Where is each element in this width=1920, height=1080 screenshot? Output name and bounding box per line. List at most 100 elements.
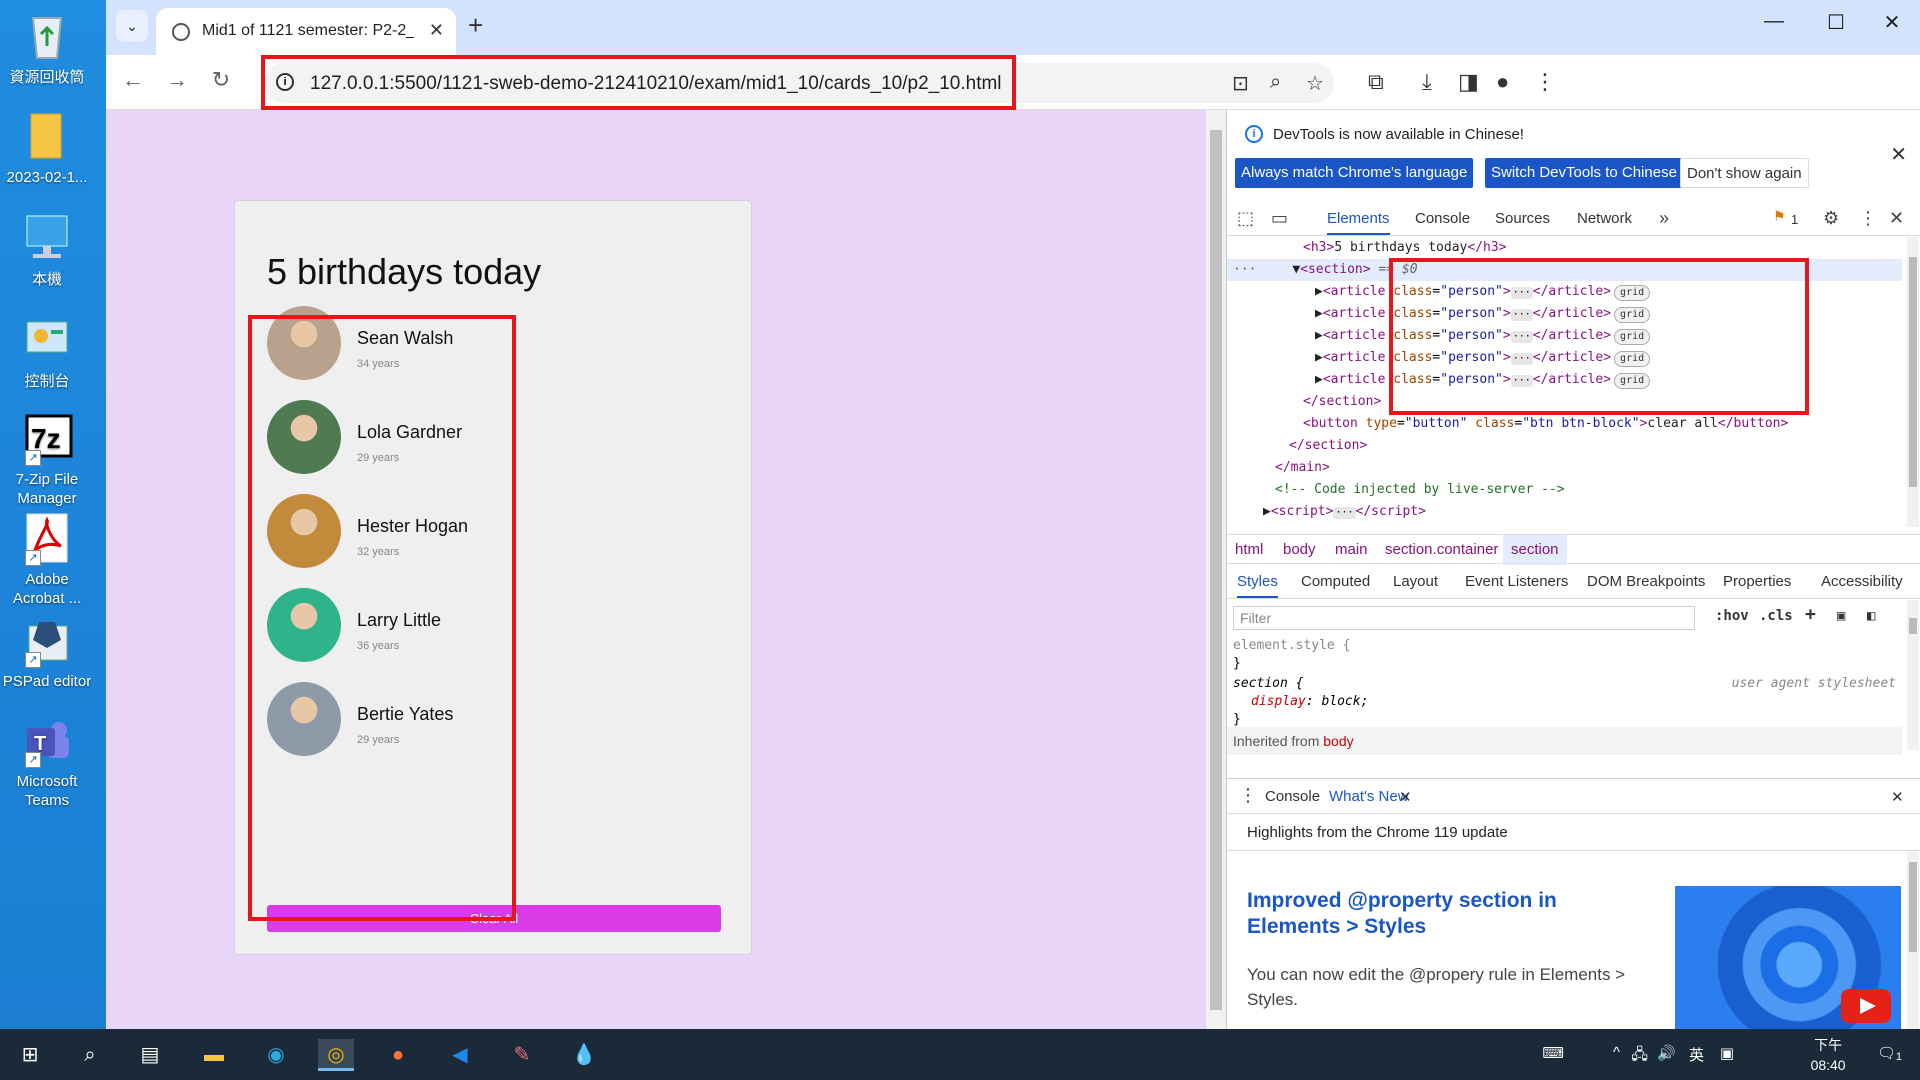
subtab-accessibility[interactable]: Accessibility: [1821, 573, 1903, 590]
breadcrumb-main[interactable]: main: [1335, 541, 1368, 558]
edge-icon[interactable]: ◉: [258, 1039, 294, 1071]
color-drop-app-icon[interactable]: 💧: [566, 1039, 602, 1071]
dom-annotation-box: [1389, 258, 1809, 415]
more-tabs-icon[interactable]: »: [1659, 208, 1669, 229]
toggle-sidebar-icon[interactable]: ◧: [1867, 608, 1875, 624]
drawer-tab-whats-new[interactable]: What's New: [1329, 788, 1409, 805]
whats-new-video-thumbnail[interactable]: [1675, 886, 1901, 1029]
subtab-event-listeners[interactable]: Event Listeners: [1465, 573, 1568, 590]
desktop-icon-teams[interactable]: T ↗ Microsoft Teams: [0, 712, 94, 810]
dom-line-button[interactable]: <button type="button" class="btn btn-blo…: [1303, 413, 1788, 435]
tab-sources[interactable]: Sources: [1495, 210, 1550, 227]
tab-search-button[interactable]: ⌄: [116, 10, 148, 42]
new-tab-button[interactable]: +: [468, 10, 483, 41]
profile-avatar-icon[interactable]: ●: [1496, 69, 1509, 95]
drawer-menu-icon[interactable]: ⋮: [1239, 785, 1257, 806]
search-icon[interactable]: ⌕: [72, 1039, 108, 1071]
reload-button[interactable]: ↻: [206, 67, 236, 93]
styles-filter-input[interactable]: Filter: [1233, 606, 1695, 630]
tab-close-icon[interactable]: ✕: [429, 20, 444, 41]
breadcrumb-body[interactable]: body: [1283, 541, 1316, 558]
close-tab-icon[interactable]: ✕: [1399, 788, 1412, 806]
tab-console[interactable]: Console: [1415, 210, 1470, 227]
styles-scrollbar[interactable]: [1907, 600, 1919, 750]
close-window-button[interactable]: ✕: [1872, 10, 1912, 35]
notification-icon[interactable]: 🗨: [1877, 1044, 1896, 1062]
keyboard-icon[interactable]: ⌨: [1542, 1044, 1564, 1062]
breadcrumb-html[interactable]: html: [1235, 541, 1263, 558]
desktop-icon-folder[interactable]: 2023-02-1...: [0, 108, 94, 187]
cls-toggle[interactable]: .cls: [1759, 608, 1793, 624]
settings-gear-icon[interactable]: ⚙: [1823, 208, 1839, 229]
browser-tab-active[interactable]: Mid1 of 1121 semester: P2-2_ ✕: [156, 8, 456, 55]
add-rule-icon[interactable]: +: [1805, 604, 1816, 625]
file-explorer-icon[interactable]: ▬: [196, 1039, 232, 1071]
desktop-icon-control-panel[interactable]: 控制台: [0, 312, 94, 391]
maximize-button[interactable]: ☐: [1816, 10, 1856, 35]
dom-line-h3[interactable]: <h3>5 birthdays today</h3>: [1303, 237, 1507, 259]
chrome-menu-icon[interactable]: ⋮: [1534, 69, 1556, 95]
page-scrollbar[interactable]: [1206, 110, 1226, 1029]
dom-scrollbar[interactable]: [1907, 237, 1919, 527]
ime-indicator[interactable]: 英: [1689, 1044, 1704, 1065]
close-drawer-icon[interactable]: ✕: [1891, 788, 1904, 806]
dom-line-main-close[interactable]: </main>: [1275, 457, 1330, 479]
subtab-dom-breakpoints[interactable]: DOM Breakpoints: [1587, 573, 1705, 590]
zoom-icon[interactable]: ⌕: [1270, 71, 1281, 94]
dom-line-section-close-outer[interactable]: </section>: [1289, 435, 1367, 457]
subtab-layout[interactable]: Layout: [1393, 573, 1438, 590]
tab-elements[interactable]: Elements: [1327, 210, 1390, 235]
inspect-element-icon[interactable]: ⬚: [1237, 208, 1254, 229]
desktop-icon-pspad[interactable]: ↗ PSPad editor: [0, 612, 94, 691]
ime-mode-icon[interactable]: ▣: [1720, 1044, 1734, 1062]
task-view-icon[interactable]: ▤: [132, 1039, 168, 1071]
extensions-icon[interactable]: ⧉: [1368, 69, 1384, 95]
breadcrumb-section[interactable]: section: [1503, 535, 1567, 565]
minimize-button[interactable]: —: [1754, 10, 1794, 33]
youtube-play-icon[interactable]: [1841, 989, 1891, 1023]
desktop-icon-computer[interactable]: 本機: [0, 210, 94, 289]
vscode-icon[interactable]: ◀: [442, 1039, 478, 1071]
back-button[interactable]: ←: [118, 67, 148, 93]
whats-new-title[interactable]: Improved @property section in Elements >…: [1247, 888, 1587, 940]
volume-icon[interactable]: 🔊: [1657, 1044, 1676, 1062]
side-panel-icon[interactable]: ◨: [1458, 69, 1479, 95]
dom-line-comment[interactable]: <!-- Code injected by live-server -->: [1275, 479, 1565, 501]
tab-network[interactable]: Network: [1577, 210, 1632, 227]
switch-to-chinese-button[interactable]: Switch DevTools to Chinese: [1485, 158, 1683, 188]
subtab-properties[interactable]: Properties: [1723, 573, 1791, 590]
device-toolbar-icon[interactable]: ▭: [1271, 208, 1288, 229]
bookmark-star-icon[interactable]: ☆: [1306, 71, 1324, 96]
network-icon[interactable]: 🖧: [1631, 1044, 1648, 1069]
rule-declaration[interactable]: display: block;: [1251, 694, 1368, 709]
forward-button[interactable]: →: [162, 67, 192, 93]
dont-show-again-button[interactable]: Don't show again: [1680, 158, 1809, 188]
dom-line-script[interactable]: ▶<script> ··· </script>: [1263, 501, 1426, 523]
chevron-up-icon[interactable]: ^: [1613, 1044, 1620, 1061]
chrome-icon[interactable]: ◎: [318, 1039, 354, 1071]
issues-icon[interactable]: ⚑: [1773, 208, 1786, 225]
windows-start-icon[interactable]: ⊞: [12, 1039, 48, 1071]
subtab-styles[interactable]: Styles: [1237, 573, 1278, 598]
hov-toggle[interactable]: :hov: [1715, 608, 1749, 624]
close-icon[interactable]: ✕: [1890, 142, 1907, 167]
rule-section-selector[interactable]: section {: [1233, 676, 1303, 691]
clock[interactable]: 下午 08:40 2023-11-09: [1810, 1035, 1846, 1080]
breadcrumb-section-container[interactable]: section.container: [1385, 541, 1498, 558]
desktop-icon-7zip[interactable]: 7z ↗ 7-Zip File Manager: [0, 410, 94, 508]
paint-brush-icon[interactable]: ▣: [1837, 608, 1845, 624]
firefox-icon[interactable]: ●: [380, 1039, 416, 1071]
translate-icon[interactable]: ⊡: [1232, 71, 1249, 96]
desktop-icon-acrobat[interactable]: ↗ Adobe Acrobat ...: [0, 510, 94, 608]
match-language-button[interactable]: Always match Chrome's language: [1235, 158, 1474, 188]
drawer-scrollbar[interactable]: [1907, 852, 1919, 1029]
rule-element-style[interactable]: element.style {: [1233, 638, 1350, 653]
dom-line-section-close[interactable]: </section>: [1303, 391, 1381, 413]
download-icon[interactable]: ⤓: [1422, 69, 1432, 95]
kebab-menu-icon[interactable]: ⋮: [1859, 208, 1877, 229]
close-devtools-icon[interactable]: ✕: [1889, 208, 1904, 229]
drawer-tab-console[interactable]: Console: [1265, 788, 1320, 805]
subtab-computed[interactable]: Computed: [1301, 573, 1370, 590]
paint-app-icon[interactable]: ✎: [504, 1039, 540, 1071]
desktop-icon-recycle-bin[interactable]: 資源回收筒: [0, 8, 94, 87]
